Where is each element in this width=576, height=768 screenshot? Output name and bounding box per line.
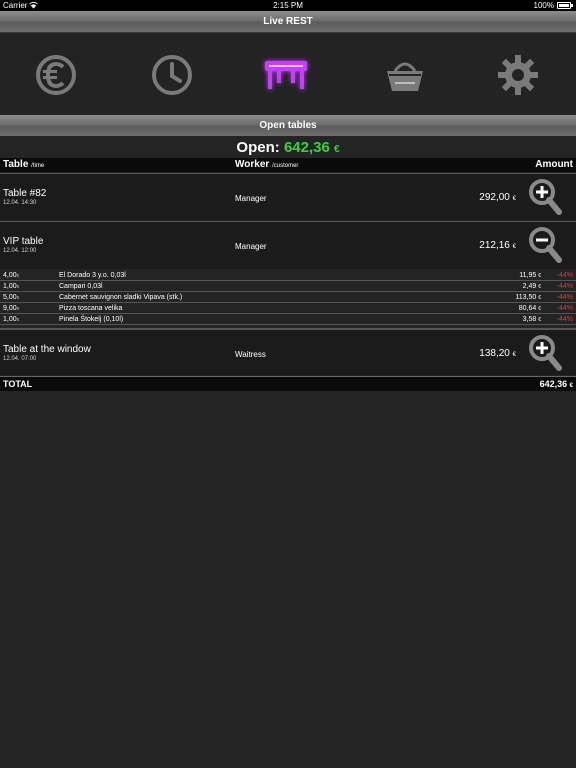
- table-time: 12.04. 07:00: [3, 356, 37, 362]
- item-discount: -44%: [556, 294, 573, 301]
- zoom-in-icon[interactable]: [528, 334, 562, 372]
- basket-icon: [387, 62, 423, 91]
- open-summary: Open: 642,36 €: [0, 137, 576, 158]
- item-name: Cabernet sauvignon sladki Vipava (stk.): [59, 294, 183, 301]
- table-worker: Manager: [235, 242, 267, 251]
- table-amount: 212,16 €: [479, 240, 516, 251]
- column-header: Table /time Worker /customer Amount: [0, 158, 576, 172]
- status-time: 2:15 PM: [273, 1, 303, 10]
- table-icon: [265, 61, 307, 89]
- table-time: 12.04. 14:30: [3, 200, 37, 206]
- main-toolbar: [0, 33, 576, 115]
- item-name: Pizza toscana velika: [59, 305, 123, 312]
- item-discount: -44%: [556, 316, 573, 323]
- table-row[interactable]: Table at the window 12.04. 07:00 Waitres…: [0, 328, 576, 375]
- table-name: Table at the window: [3, 344, 91, 355]
- history-button[interactable]: [144, 49, 200, 101]
- total-label: TOTAL: [3, 379, 33, 389]
- col-table: Table /time: [3, 159, 45, 170]
- list-item: 1,00x Pinela Štokelj (0,10l) 3,58 € -44%: [0, 314, 576, 325]
- battery-icon: [557, 2, 571, 9]
- item-price: 3,58 €: [522, 316, 541, 323]
- open-currency: €: [334, 144, 340, 155]
- table-row[interactable]: Table #82 12.04. 14:30 Manager 292,00 €: [0, 173, 576, 220]
- total-bar: TOTAL 642,36 €: [0, 376, 576, 391]
- item-name: Pinela Štokelj (0,10l): [59, 316, 124, 323]
- item-discount: -44%: [556, 272, 573, 279]
- table-worker: Waitress: [235, 350, 266, 359]
- order-items: 4,00x El Dorado 3 y.o. 0,03l 11,95 € -44…: [0, 270, 576, 325]
- basket-button[interactable]: [377, 49, 433, 101]
- total-value: 642,36 €: [539, 379, 573, 389]
- item-name: Campari 0,03l: [59, 283, 103, 290]
- status-bar: Carrier 2:15 PM 100%: [0, 0, 576, 11]
- item-qty: 1,00x: [3, 316, 20, 323]
- tables-button[interactable]: [258, 49, 314, 101]
- item-discount: -44%: [556, 305, 573, 312]
- app-title: Live REST: [0, 11, 576, 33]
- zoom-out-icon[interactable]: [528, 226, 562, 264]
- table-worker: Manager: [235, 194, 267, 203]
- table-name: VIP table: [3, 236, 44, 247]
- item-discount: -44%: [556, 283, 573, 290]
- list-item: 5,00x Cabernet sauvignon sladki Vipava (…: [0, 292, 576, 303]
- open-value: 642,36: [283, 139, 330, 156]
- battery-tip: [571, 4, 573, 7]
- section-title: Open tables: [0, 115, 576, 136]
- col-amount: Amount: [535, 159, 573, 170]
- table-name: Table #82: [3, 188, 47, 199]
- table-time: 12.04. 12:00: [3, 248, 37, 254]
- list-item: 1,00x Campari 0,03l 2,49 € -44%: [0, 281, 576, 292]
- zoom-in-icon[interactable]: [528, 178, 562, 216]
- euro-icon: [36, 55, 76, 95]
- table-row[interactable]: VIP table 12.04. 12:00 Manager 212,16 €: [0, 221, 576, 269]
- list-item: 9,00x Pizza toscana velika 80,64 € -44%: [0, 303, 576, 314]
- item-name: El Dorado 3 y.o. 0,03l: [59, 272, 126, 279]
- table-amount: 292,00 €: [479, 192, 516, 203]
- euro-button[interactable]: [28, 49, 84, 101]
- list-item: 4,00x El Dorado 3 y.o. 0,03l 11,95 € -44…: [0, 270, 576, 281]
- col-worker: Worker /customer: [235, 159, 299, 170]
- battery-percent: 100%: [533, 1, 554, 10]
- gear-icon: [498, 55, 538, 95]
- clock-icon: [152, 55, 192, 95]
- table-amount: 138,20 €: [479, 348, 516, 359]
- open-label: Open:: [236, 139, 280, 156]
- settings-button[interactable]: [490, 49, 546, 101]
